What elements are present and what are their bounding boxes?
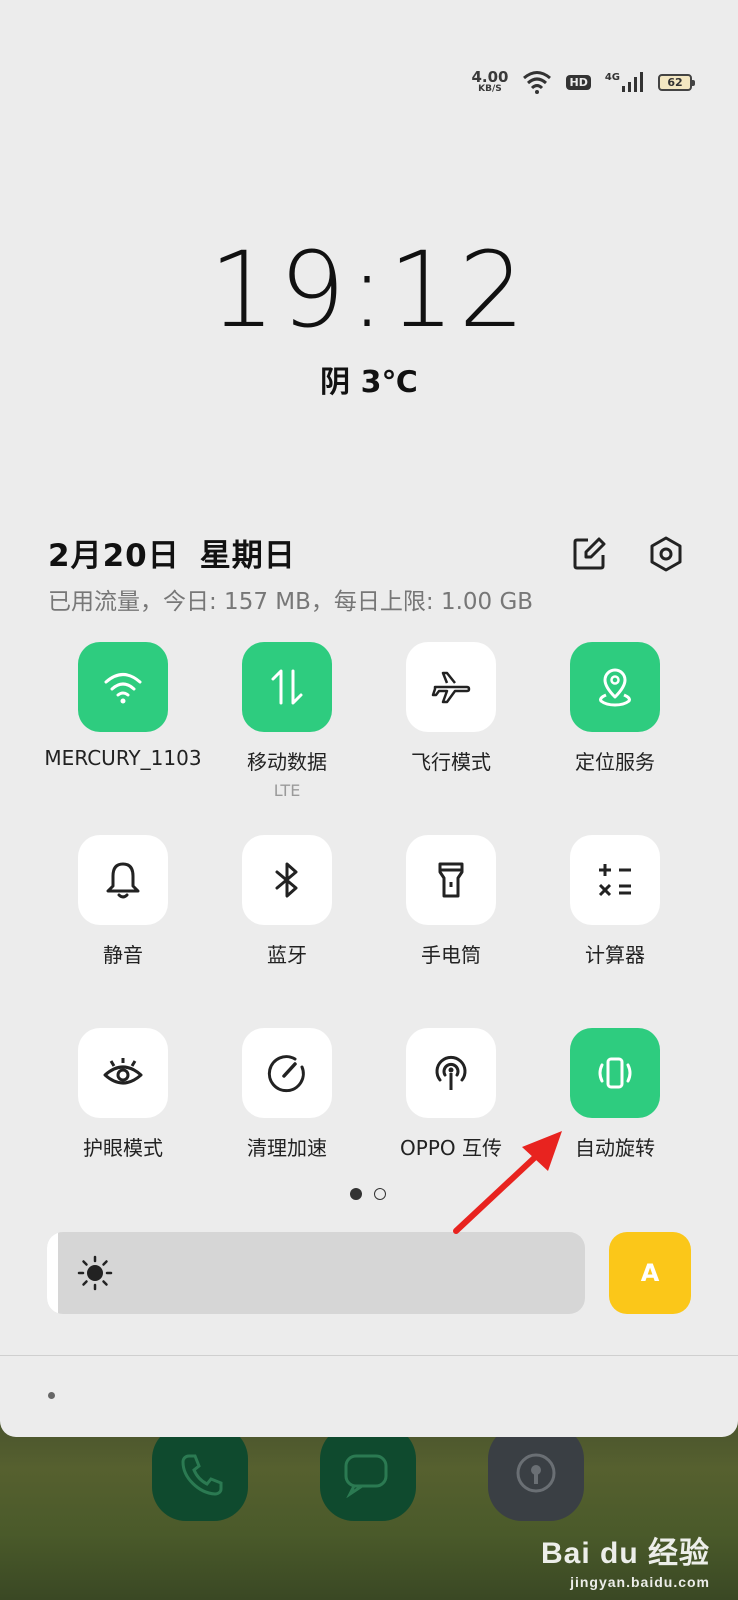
tile-flashlight[interactable]: 手电筒 (369, 835, 533, 968)
flashlight-icon (438, 862, 464, 898)
tile-wifi-toggle[interactable] (78, 642, 168, 732)
location-icon (599, 668, 631, 707)
cellular-signal: 4G (605, 72, 644, 92)
share-antenna-icon (435, 1055, 467, 1090)
baidu-watermark: Bai du 经验 jingyan.baidu.com (540, 1537, 710, 1590)
date-header: 2月20日 星期日 (48, 530, 296, 575)
network-speed: 4.00 KB/S (471, 68, 509, 94)
tile-airplane-mode[interactable]: 飞行模式 (369, 642, 533, 775)
page-dot-inactive[interactable] (374, 1188, 386, 1200)
notification-indicator-dot (48, 1392, 55, 1399)
edit-tiles-button[interactable] (569, 534, 609, 574)
tile-eye-comfort-toggle[interactable] (78, 1028, 168, 1118)
speed-gauge-icon (267, 1055, 305, 1093)
tile-mobile-data[interactable]: 移动数据 LTE (205, 642, 369, 800)
tile-flashlight-toggle[interactable] (406, 835, 496, 925)
sun-icon (77, 1255, 113, 1291)
page-dot-active[interactable] (350, 1188, 362, 1200)
page-indicator (350, 1188, 386, 1200)
auto-brightness-button[interactable]: A (609, 1232, 691, 1314)
tile-eye-comfort[interactable]: 护眼模式 (41, 1028, 205, 1161)
tile-cleanup-button[interactable] (242, 1028, 332, 1118)
tile-sublabel: LTE (273, 781, 301, 800)
tile-label: 定位服务 (575, 750, 655, 774)
mobile-data-icon (271, 669, 303, 705)
edit-icon (573, 537, 606, 570)
airplane-icon (431, 671, 471, 704)
auto-rotate-icon (598, 1057, 632, 1089)
brightness-slider-fill (47, 1232, 58, 1314)
tile-mobile-data-toggle[interactable] (242, 642, 332, 732)
tile-label: MERCURY_1103 (44, 746, 202, 770)
hd-voice-badge: HD (566, 74, 591, 90)
bell-icon (106, 862, 140, 899)
settings-button[interactable] (646, 534, 686, 574)
bluetooth-icon (275, 862, 298, 898)
control-center-panel: 4.00 KB/S HD 4G 62 19:12 阴 3℃ 2月20日 星期日 已… (0, 0, 738, 1437)
tile-bluetooth-toggle[interactable] (242, 835, 332, 925)
brightness-slider[interactable] (47, 1232, 585, 1314)
tile-location[interactable]: 定位服务 (533, 642, 697, 775)
status-bar: 4.00 KB/S HD 4G 62 (471, 68, 695, 94)
tile-oppo-share-toggle[interactable] (406, 1028, 496, 1118)
tile-location-toggle[interactable] (570, 642, 660, 732)
battery-indicator: 62 (658, 73, 695, 91)
lockscreen-clock: 19:12 (209, 229, 529, 351)
shade-divider (0, 1355, 738, 1356)
annotation-arrow-icon (453, 1131, 562, 1234)
calculator-icon (598, 864, 631, 897)
wifi-signal-icon (523, 71, 552, 94)
tile-label: 计算器 (585, 943, 645, 967)
tile-label: 手电筒 (421, 943, 481, 967)
tile-calculator[interactable]: 计算器 (533, 835, 697, 968)
wifi-icon (104, 673, 142, 704)
tile-label: 蓝牙 (267, 943, 307, 967)
tile-label: 飞行模式 (411, 750, 491, 774)
weekday-text: 星期日 (199, 538, 296, 574)
lock-app-icon[interactable] (488, 1425, 584, 1521)
data-usage-text: 已用流量，今日: 157 MB，每日上限: 1.00 GB (48, 589, 534, 615)
tile-cleanup[interactable]: 清理加速 (205, 1028, 369, 1161)
tile-silent-toggle[interactable] (78, 835, 168, 925)
tile-label: 静音 (103, 943, 143, 967)
tile-label: 移动数据 (247, 750, 327, 774)
date-text: 2月20日 (48, 538, 180, 574)
tile-bluetooth[interactable]: 蓝牙 (205, 835, 369, 968)
tile-auto-rotate-toggle[interactable] (570, 1028, 660, 1118)
messages-app-icon[interactable] (320, 1425, 416, 1521)
tile-label: 护眼模式 (83, 1136, 163, 1160)
tile-wifi[interactable]: MERCURY_1103 (41, 642, 205, 770)
settings-hexagon-icon (650, 536, 682, 572)
tile-label: 清理加速 (247, 1136, 327, 1160)
tile-calculator-button[interactable] (570, 835, 660, 925)
eye-icon (103, 1058, 143, 1085)
tile-silent[interactable]: 静音 (41, 835, 205, 968)
cellular-bars-icon (622, 72, 643, 92)
weather-text: 阴 3℃ (320, 365, 418, 400)
tile-airplane-toggle[interactable] (406, 642, 496, 732)
phone-app-icon[interactable] (152, 1425, 248, 1521)
